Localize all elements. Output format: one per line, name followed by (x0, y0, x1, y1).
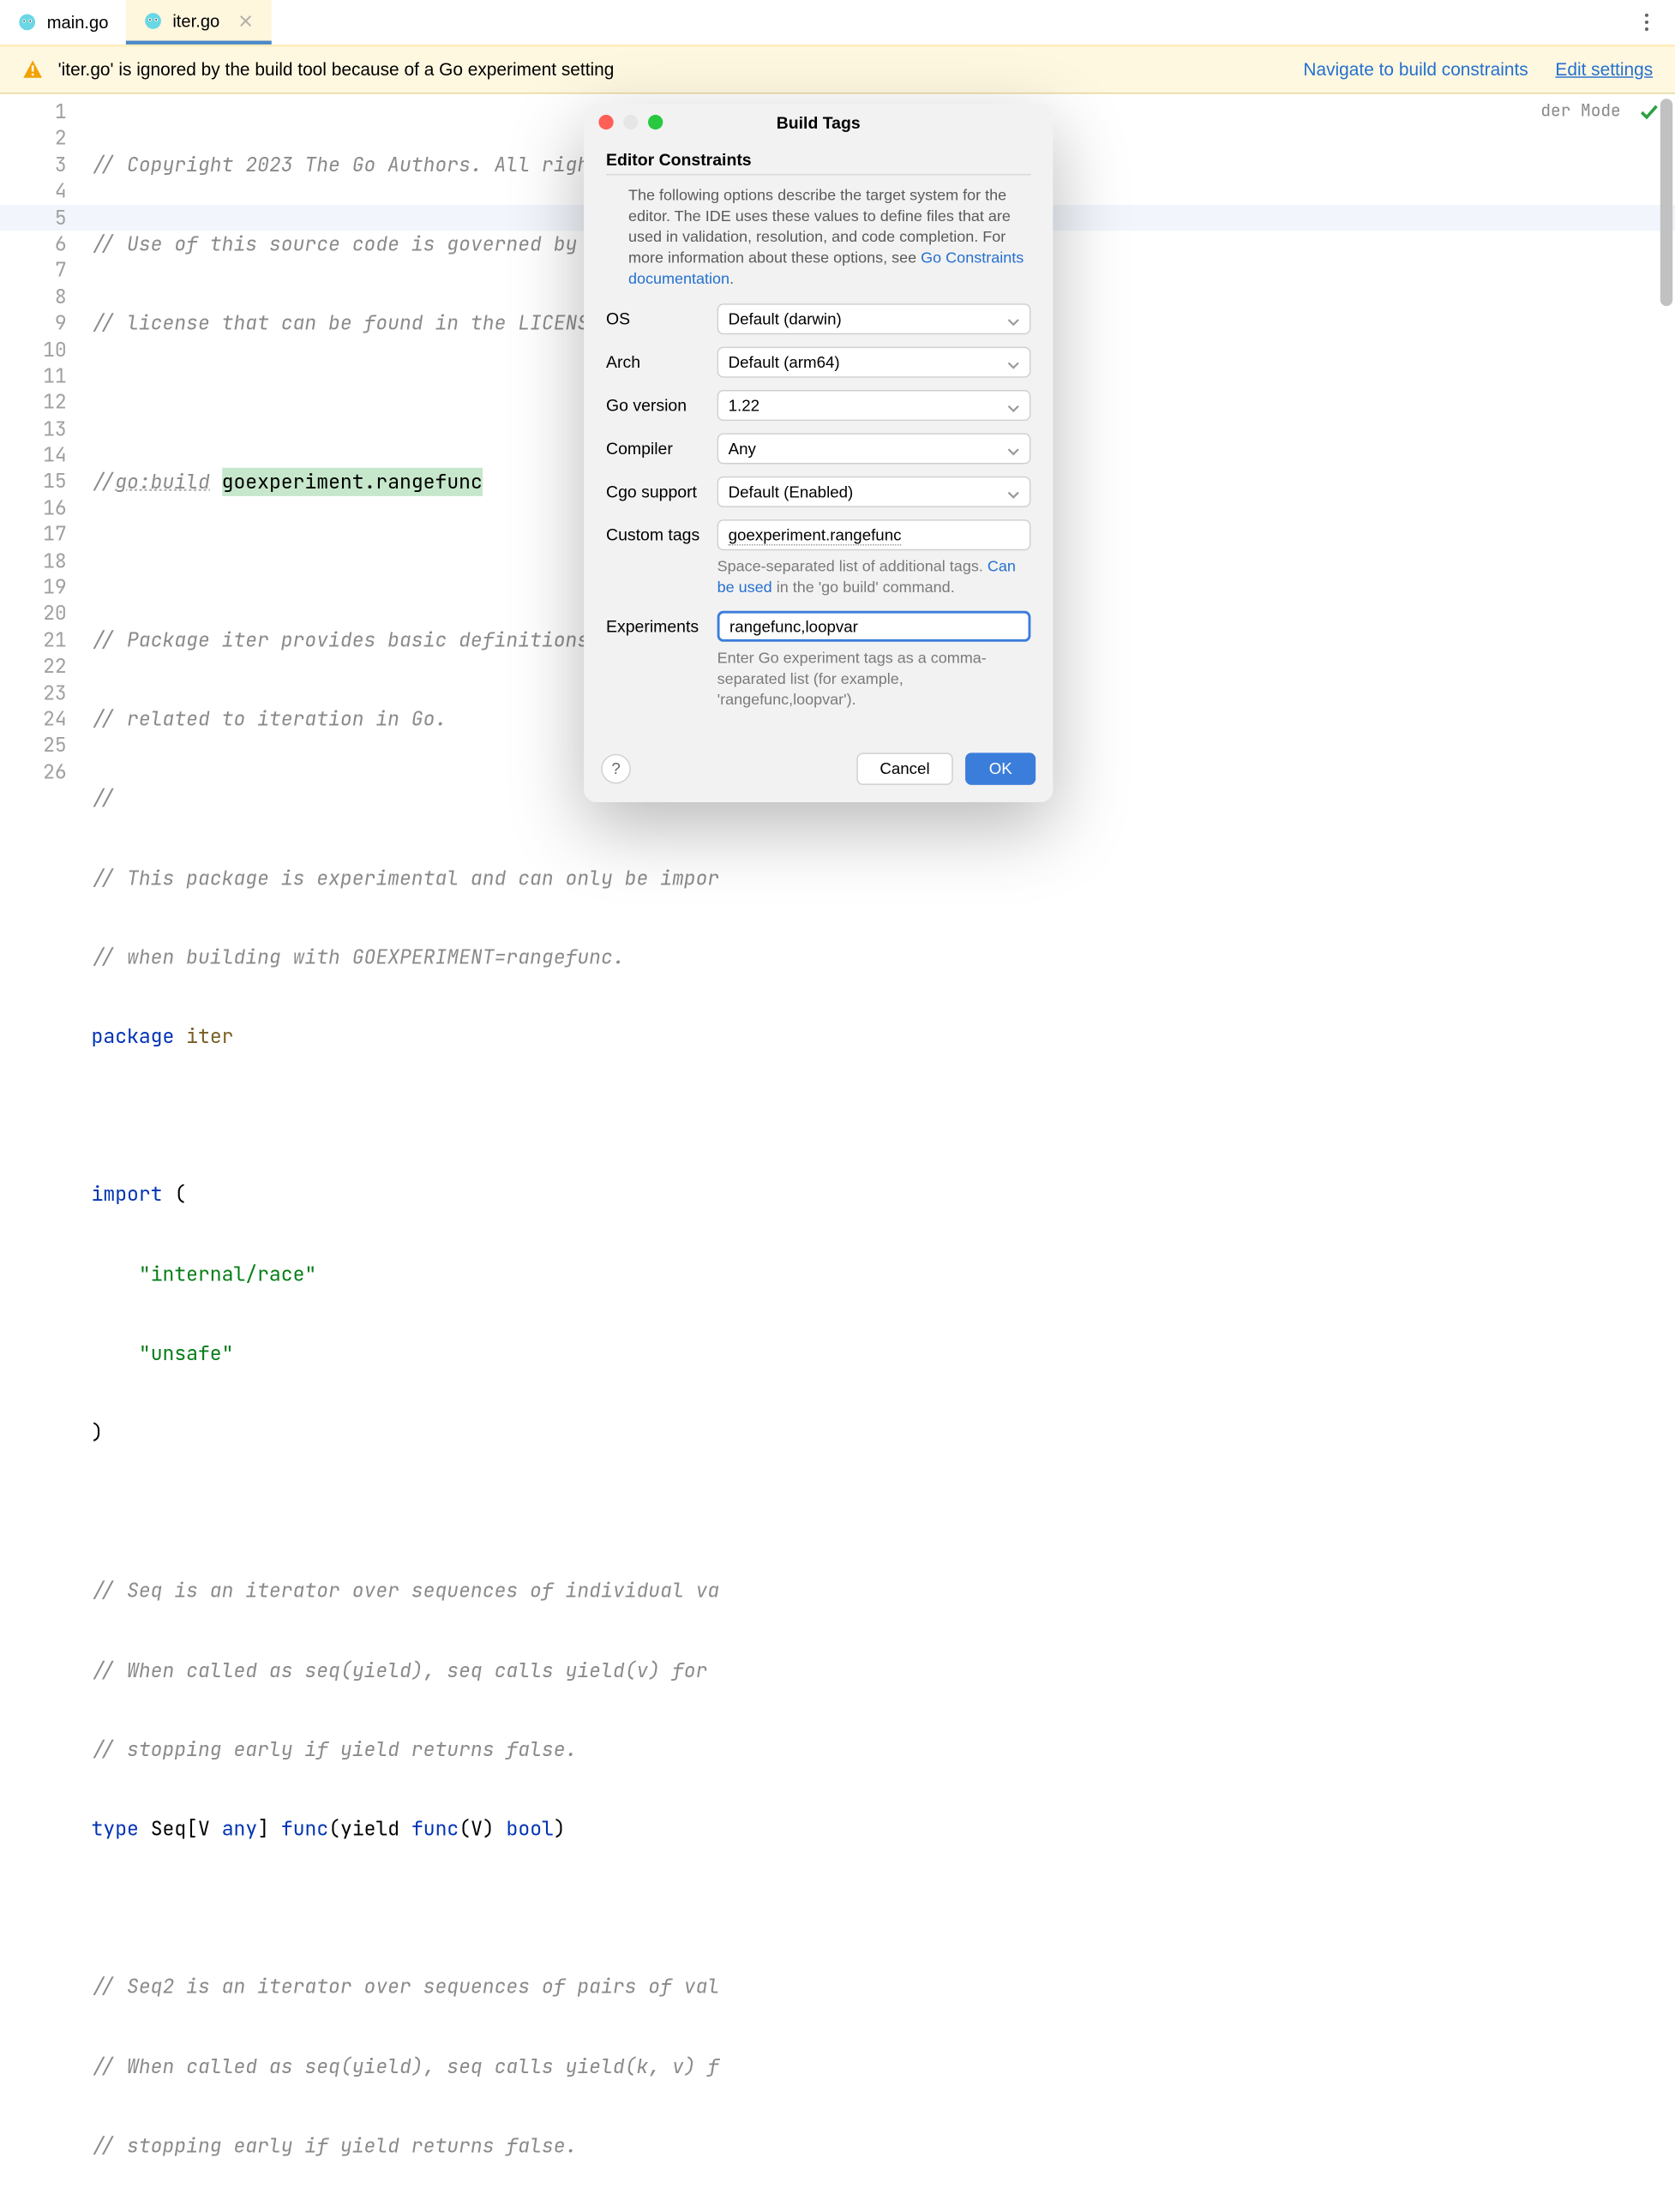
code-ident: Seq (151, 1815, 186, 1841)
compiler-label: Compiler (606, 440, 717, 459)
line-numbers: 1234567891011121314151617181920212223242… (0, 93, 92, 1112)
warning-banner: 'iter.go' is ignored by the build tool b… (0, 47, 1675, 94)
cgo-label: Cgo support (606, 483, 717, 502)
code-comment: // Seq is an iterator over sequences of … (92, 1578, 720, 1604)
warning-text: 'iter.go' is ignored by the build tool b… (58, 60, 615, 80)
arch-label: Arch (606, 353, 717, 372)
build-tags-dialog: Build Tags Editor Constraints The follow… (584, 104, 1053, 802)
experiments-input[interactable]: rangefunc,loopvar (717, 611, 1031, 642)
minimize-window-icon[interactable] (623, 115, 638, 129)
code-comment: // When called as seq(yield), seq calls … (92, 2053, 720, 2079)
scrollbar-thumb[interactable] (1660, 99, 1672, 306)
chevron-down-icon (1007, 399, 1019, 411)
code-comment: // stopping early if yield returns false… (92, 2132, 578, 2158)
code-comment: // stopping early if yield returns false… (92, 1736, 578, 1762)
code-comment: // When called as seq(yield), seq calls … (92, 1657, 720, 1682)
warning-links: Navigate to build constraints Edit setti… (1303, 60, 1653, 80)
code-keyword: package (92, 1023, 175, 1049)
goversion-label: Go version (606, 397, 717, 416)
arch-select[interactable]: Default (arm64) (717, 347, 1031, 378)
help-button[interactable]: ? (601, 753, 631, 783)
chevron-down-icon (1007, 357, 1019, 369)
tab-label: main.go (47, 12, 109, 32)
navigate-constraints-link[interactable]: Navigate to build constraints (1303, 60, 1528, 80)
code-comment: // (92, 785, 116, 811)
window-controls (598, 115, 663, 129)
cgo-select[interactable]: Default (Enabled) (717, 477, 1031, 507)
code-ident: iter (186, 1023, 233, 1049)
code-comment: // (92, 469, 116, 495)
dialog-body: Editor Constraints The following options… (584, 141, 1053, 740)
customtags-hint: Space-separated list of additional tags.… (717, 557, 1031, 599)
goversion-select[interactable]: 1.22 (717, 391, 1031, 422)
code-comment: // This package is experimental and can … (92, 865, 720, 890)
code-comment: // when building with GOEXPERIMENT=range… (92, 944, 625, 969)
edit-settings-link[interactable]: Edit settings (1555, 60, 1653, 80)
dialog-titlebar[interactable]: Build Tags (584, 104, 1053, 141)
customtags-label: Custom tags (606, 526, 717, 545)
maximize-window-icon[interactable] (648, 115, 663, 129)
section-description: The following options describe the targe… (606, 185, 1030, 289)
customtags-input[interactable]: goexperiment.rangefunc (717, 520, 1031, 551)
code-directive: go:build (115, 469, 210, 495)
code-punct: ) (92, 1419, 104, 1445)
section-title: Editor Constraints (606, 151, 1030, 176)
ok-button[interactable]: OK (965, 752, 1036, 784)
code-string: "unsafe" (139, 1340, 234, 1366)
right-annotations: der Mode (1540, 99, 1660, 125)
code-keyword: type (92, 1815, 139, 1841)
code-punct: ( (174, 1182, 186, 1208)
chevron-down-icon (1007, 443, 1019, 455)
code-highlight: goexperiment.rangefunc (222, 467, 483, 495)
tab-iter-go[interactable]: iter.go (126, 0, 272, 45)
code-keyword: import (92, 1182, 163, 1208)
tab-bar: main.go iter.go (0, 0, 1675, 47)
chevron-down-icon (1007, 314, 1019, 326)
compiler-select[interactable]: Any (717, 434, 1031, 465)
go-file-icon (143, 10, 163, 30)
code-comment: // Seq2 is an iterator over sequences of… (92, 1974, 720, 1999)
experiments-hint: Enter Go experiment tags as a comma-sepa… (717, 648, 1031, 710)
chevron-down-icon (1007, 486, 1019, 498)
experiments-label: Experiments (606, 617, 717, 636)
code-comment: // related to iteration in Go. (92, 706, 447, 732)
check-icon[interactable] (1638, 101, 1660, 123)
go-file-icon (17, 12, 37, 32)
kebab-menu-icon[interactable] (1636, 11, 1658, 33)
os-label: OS (606, 310, 717, 329)
tab-label: iter.go (172, 10, 219, 30)
os-select[interactable]: Default (darwin) (717, 304, 1031, 335)
close-icon[interactable] (237, 12, 254, 29)
close-window-icon[interactable] (598, 115, 613, 129)
code-string: "internal/race" (139, 1261, 316, 1286)
cancel-button[interactable]: Cancel (856, 752, 953, 784)
warning-icon (22, 59, 43, 80)
tab-main-go[interactable]: main.go (0, 0, 126, 45)
dialog-footer: ? Cancel OK (584, 740, 1053, 802)
reader-mode-label: der Mode (1540, 99, 1620, 125)
